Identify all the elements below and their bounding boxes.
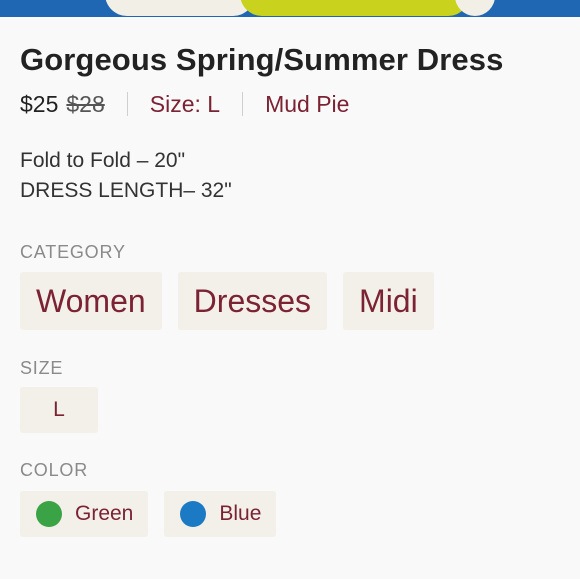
listing-title: Gorgeous Spring/Summer Dress <box>20 42 504 77</box>
color-label: COLOR <box>20 460 89 480</box>
blue-swatch-icon <box>180 501 207 527</box>
current-price: $25 <box>20 90 59 117</box>
photo-fragment <box>240 0 470 16</box>
size-link[interactable]: Size: L <box>150 91 220 118</box>
description-line: DRESS LENGTH– 32" <box>20 179 232 202</box>
color-chip-label: Green <box>75 502 134 525</box>
size-chips: L <box>20 387 98 433</box>
category-chip-women[interactable]: Women <box>20 272 162 330</box>
divider <box>126 92 128 116</box>
original-price: $28 <box>66 90 105 117</box>
listing-photo-strip[interactable] <box>0 0 580 17</box>
photo-fragment <box>455 0 495 16</box>
description-line: Fold to Fold – 20" <box>20 149 186 172</box>
divider <box>242 92 244 116</box>
size-chip[interactable]: L <box>20 387 98 433</box>
category-label: CATEGORY <box>20 242 126 262</box>
color-chips: Green Blue <box>20 491 277 537</box>
category-chips: Women Dresses Midi <box>20 272 434 330</box>
color-chip-blue[interactable]: Blue <box>164 491 277 537</box>
category-chip-midi[interactable]: Midi <box>343 272 434 330</box>
category-chip-dresses[interactable]: Dresses <box>177 272 328 330</box>
listing-details: Gorgeous Spring/Summer Dress $25 $28 Siz… <box>20 40 560 537</box>
color-chip-green[interactable]: Green <box>20 491 149 537</box>
green-swatch-icon <box>36 501 62 527</box>
brand-link[interactable]: Mud Pie <box>265 91 349 118</box>
color-chip-label: Blue <box>219 502 262 525</box>
size-label: SIZE <box>20 358 64 378</box>
photo-fragment <box>105 0 255 16</box>
listing-description: Fold to Fold – 20" DRESS LENGTH– 32" <box>20 146 560 206</box>
price-row: $25 $28 Size: L Mud Pie <box>20 88 560 120</box>
